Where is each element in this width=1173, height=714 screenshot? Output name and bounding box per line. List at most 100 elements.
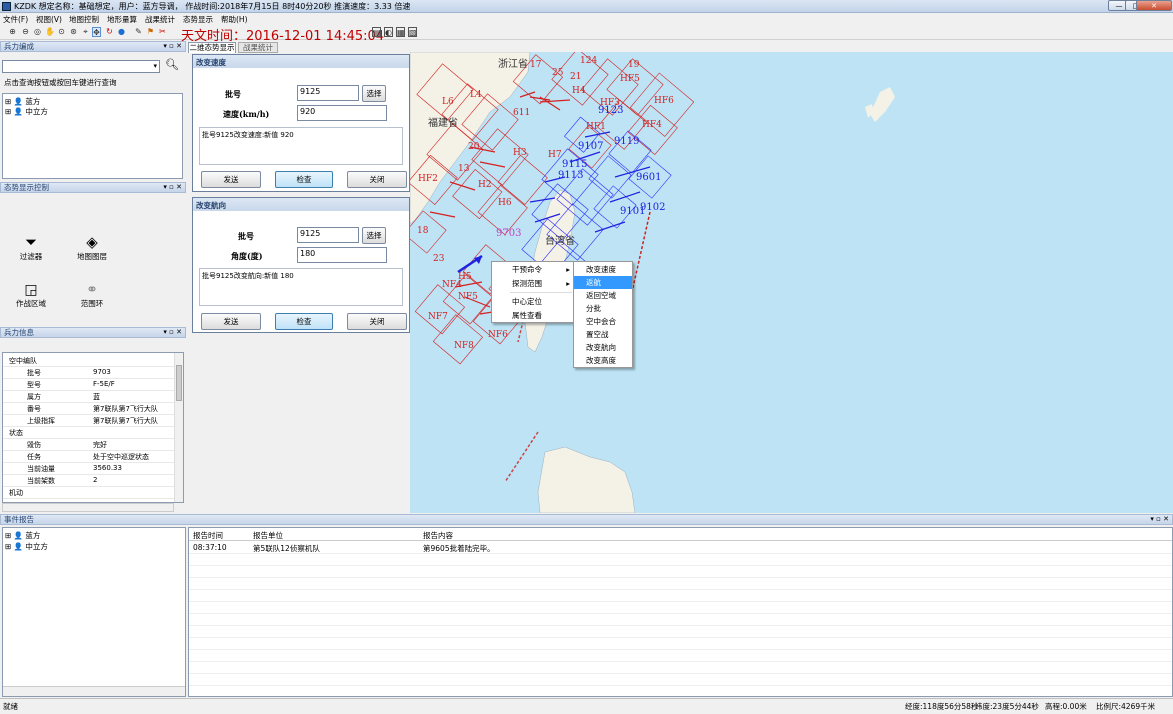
report-tree-blue[interactable]: ⊞ 👤 蓝方 [5, 530, 40, 541]
red-unit-label[interactable]: HF1 [586, 122, 606, 132]
table-row[interactable] [189, 590, 1172, 602]
force-search-input[interactable]: ▾ [2, 60, 160, 73]
layout-2-icon[interactable]: ◐ [384, 27, 393, 37]
submenu-item[interactable]: 置空战 [574, 328, 632, 341]
draw-icon[interactable]: ✎ [134, 27, 143, 37]
force-info-controls[interactable]: ▾ ▫ ✕ [163, 328, 182, 337]
zoom-icon[interactable]: ⊙ [57, 27, 66, 37]
move-icon[interactable]: ✥ [92, 27, 101, 37]
speed-batch-field[interactable]: 9125 [297, 85, 359, 101]
measure-icon[interactable]: ⌖ [81, 27, 90, 37]
zoom-fit-icon[interactable]: ⊛ [69, 27, 78, 37]
property-category[interactable]: 状态 [3, 427, 175, 439]
heading-batch-field[interactable]: 9125 [297, 227, 359, 243]
heading-close-button[interactable]: 关闭 [347, 313, 407, 330]
report-tree-neutral[interactable]: ⊞ 👤 中立方 [5, 541, 48, 552]
blue-unit-label[interactable]: 9113 [558, 170, 583, 181]
red-unit-label[interactable]: 21 [570, 72, 581, 82]
red-unit-label[interactable]: H4 [572, 86, 586, 96]
refresh-icon[interactable]: ↻ [105, 27, 114, 37]
red-unit-label[interactable]: 20 [468, 142, 479, 152]
speed-select-button[interactable]: 选择 [362, 85, 386, 102]
property-category[interactable]: 空中编队 [3, 355, 175, 367]
red-unit-label[interactable]: 18 [417, 226, 428, 236]
range-ring-tool[interactable]: ⚭ 范围环 [73, 282, 111, 309]
col-report-time[interactable]: 报告时间 [193, 530, 223, 541]
blue-unit-label[interactable]: 9601 [636, 172, 661, 183]
pan-icon[interactable]: ✋ [45, 27, 55, 37]
red-unit-label[interactable]: 23 [433, 254, 444, 264]
tree-item-neutral[interactable]: ⊞ 👤 中立方 [5, 106, 48, 117]
filter-tool[interactable]: ⏷ 过滤器 [16, 233, 46, 262]
table-row[interactable]: 08:37:10 第5联队12侦察机队 第9605批着陆完毕。 [189, 542, 1172, 554]
blue-unit-label[interactable]: 9102 [640, 202, 665, 213]
red-unit-label[interactable]: H3 [513, 148, 527, 158]
menu-item-intervene[interactable]: 干预命令 ▸ [492, 263, 574, 276]
menu-file[interactable]: 文件(F) [3, 14, 28, 25]
table-row[interactable] [189, 638, 1172, 650]
table-row[interactable] [189, 614, 1172, 626]
col-report-content[interactable]: 报告内容 [423, 530, 453, 541]
property-row[interactable]: 番号 第7联队第7飞行大队 [3, 403, 175, 415]
zoom-out-icon[interactable]: ⊖ [21, 27, 30, 37]
zoom-in-icon[interactable]: ⊕ [8, 27, 17, 37]
property-row[interactable]: 任务 处于空中巡逻状态 [3, 451, 175, 463]
tab-situation[interactable]: 二维态势显示 [188, 42, 236, 53]
red-unit-label[interactable]: L4 [470, 90, 482, 100]
filter-icon[interactable]: ⚑ [146, 27, 155, 37]
speed-value-field[interactable]: 920 [297, 105, 387, 121]
red-unit-label[interactable]: 124 [580, 56, 597, 66]
tool-icon[interactable]: ✂ [158, 27, 167, 37]
col-report-unit[interactable]: 报告单位 [253, 530, 283, 541]
heading-check-button[interactable]: 检查 [275, 313, 333, 330]
table-row[interactable] [189, 578, 1172, 590]
report-controls[interactable]: ▾ ▫ ✕ [1150, 515, 1169, 524]
heading-select-button[interactable]: 选择 [362, 227, 386, 244]
globe-icon[interactable]: ● [117, 27, 126, 37]
menu-map-control[interactable]: 地图控制 [69, 14, 99, 25]
heading-value-field[interactable]: 180 [297, 247, 387, 263]
submenu-item[interactable]: 返回空域 [574, 289, 632, 302]
red-unit-label[interactable]: 25 [552, 68, 563, 78]
red-unit-label[interactable]: 13 [458, 164, 469, 174]
red-unit-label[interactable]: NF7 [428, 312, 448, 322]
red-unit-label[interactable]: NF5 [458, 292, 478, 302]
property-row[interactable]: 当前油量 3560.33 [3, 463, 175, 475]
menu-item-center[interactable]: 中心定位 [492, 295, 574, 308]
red-unit-label[interactable]: 611 [513, 108, 530, 118]
table-row[interactable] [189, 674, 1172, 686]
table-row[interactable] [189, 662, 1172, 674]
layout-4-icon[interactable]: ▧ [408, 27, 417, 37]
table-row[interactable] [189, 566, 1172, 578]
red-unit-label[interactable]: H6 [498, 198, 512, 208]
property-category[interactable]: 机动 [3, 487, 175, 499]
property-row[interactable]: 型号 F-5E/F [3, 379, 175, 391]
search-icon[interactable]: 🔍︎ [165, 58, 179, 71]
submenu-item[interactable]: 分批 [574, 302, 632, 315]
red-unit-label[interactable]: 19 [628, 60, 639, 70]
menu-item-properties[interactable]: 属性查看 [492, 309, 574, 322]
property-hscroll[interactable] [2, 503, 174, 512]
red-unit-label[interactable]: H5 [458, 272, 472, 282]
speed-check-button[interactable]: 检查 [275, 171, 333, 188]
menu-view[interactable]: 视图(V) [36, 14, 62, 25]
blue-unit-label[interactable]: 9107 [578, 141, 603, 152]
menu-help[interactable]: 帮助(H) [221, 14, 248, 25]
red-unit-label[interactable]: HF4 [642, 120, 662, 130]
map-layer-tool[interactable]: ◈ 地图图层 [73, 233, 111, 262]
menu-stats[interactable]: 战果统计 [145, 14, 175, 25]
property-row[interactable]: 毁伤 完好 [3, 439, 175, 451]
force-panel-controls[interactable]: ▾ ▫ ✕ [163, 42, 182, 51]
report-tree-hscroll[interactable] [3, 686, 185, 696]
layout-1-icon[interactable]: ▤ [372, 27, 381, 37]
red-unit-label[interactable]: HF5 [620, 74, 640, 84]
submenu-item[interactable]: 空中会合 [574, 315, 632, 328]
close-button[interactable]: ✕ [1136, 0, 1172, 11]
scroll-thumb[interactable] [176, 365, 182, 401]
submenu-item[interactable]: 改变高度 [574, 354, 632, 367]
red-unit-label[interactable]: NF8 [454, 341, 474, 351]
situation-panel-controls[interactable]: ▾ ▫ ✕ [163, 183, 182, 192]
speed-close-button[interactable]: 关闭 [347, 171, 407, 188]
zoom-area-icon[interactable]: ◎ [33, 27, 42, 37]
menu-situation[interactable]: 态势显示 [183, 14, 213, 25]
